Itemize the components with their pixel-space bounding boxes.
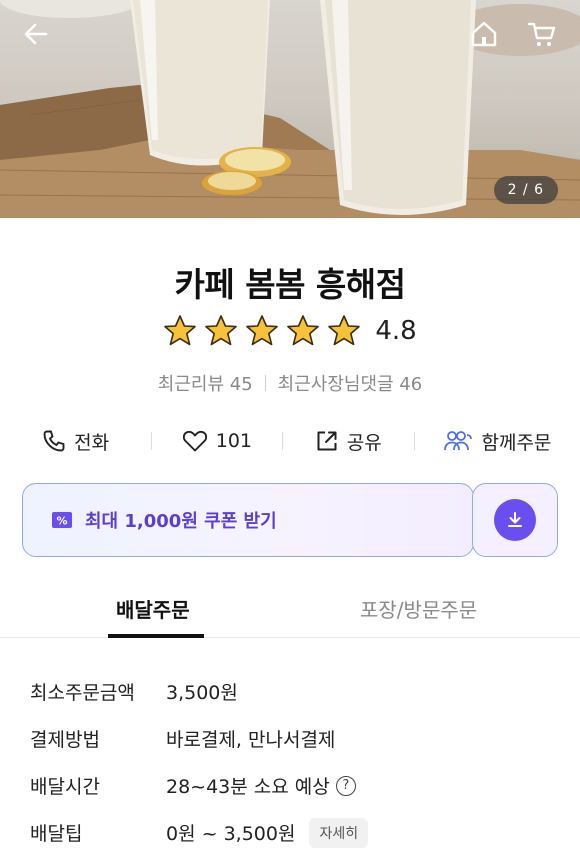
share-icon [317, 431, 337, 451]
rating-row[interactable]: 4.8 [0, 314, 580, 348]
group-people-icon [444, 431, 473, 451]
min-order-value: 3,500원 [166, 682, 238, 704]
phone-icon [43, 430, 65, 452]
coupon-icon: % [52, 512, 72, 528]
home-button[interactable] [464, 14, 504, 54]
like-button[interactable]: 101 [152, 420, 281, 462]
info-row-payment: 결제방법 바로결제, 만나서결제 [30, 715, 560, 762]
heart-icon [182, 430, 207, 452]
info-row-min-order: 최소주문금액 3,500원 [30, 668, 560, 715]
delivery-tip-detail-button[interactable]: 자세히 [309, 817, 369, 848]
star-icon [328, 315, 361, 346]
min-order-label: 최소주문금액 [30, 682, 135, 704]
star-icon [205, 315, 238, 346]
tab-pickup[interactable]: 포장/방문주문 [312, 588, 580, 637]
review-summary[interactable]: 최근리뷰 45 최근사장님댓글 46 [0, 370, 580, 396]
store-photo-carousel[interactable]: 2 / 6 [0, 0, 580, 218]
info-row-delivery-tip: 배달팁 0원 ~ 3,500원 자세히 [30, 809, 560, 856]
payment-value: 바로결제, 만나서결제 [166, 729, 336, 751]
rating-value: 4.8 [375, 316, 417, 346]
coupon-download-button[interactable] [472, 483, 558, 557]
delivery-tip-value: 0원 ~ 3,500원 [166, 823, 296, 845]
call-button[interactable]: 전화 [0, 420, 151, 462]
delivery-time-label: 배달시간 [30, 776, 100, 798]
cart-icon [527, 22, 556, 46]
svg-text:%: % [56, 515, 67, 528]
coupon-banner[interactable]: % 최대 1,000원 쿠폰 받기 [22, 483, 474, 557]
order-type-tabs: 배달주문 포장/방문주문 [0, 588, 580, 638]
back-arrow-icon [24, 23, 48, 45]
info-row-delivery-time: 배달시간 28~43분 소요 예상 ? [30, 762, 560, 809]
call-label: 전화 [74, 431, 110, 454]
recent-owner-replies-count[interactable]: 최근사장님댓글 46 [278, 370, 423, 396]
star-icon [287, 315, 320, 346]
share-button[interactable]: 공유 [283, 420, 414, 462]
star-icon [246, 315, 279, 346]
cart-button[interactable] [522, 14, 562, 54]
delivery-time-value: 28~43분 소요 예상 [166, 776, 330, 798]
delivery-tip-label: 배달팁 [30, 823, 83, 845]
delivery-tip-value-group: 0원 ~ 3,500원 자세히 [166, 817, 369, 848]
recent-reviews-count[interactable]: 최근리뷰 45 [158, 370, 253, 396]
back-button[interactable] [16, 14, 56, 54]
coupon-label: 최대 1,000원 쿠폰 받기 [85, 511, 277, 532]
help-icon[interactable]: ? [335, 775, 356, 796]
delivery-time-value-group: 28~43분 소요 예상 ? [166, 772, 356, 799]
group-order-button[interactable]: 함께주문 [415, 420, 580, 462]
divider [264, 375, 266, 391]
download-icon [508, 512, 522, 527]
like-count: 101 [215, 430, 253, 452]
photo-page-indicator: 2 / 6 [493, 176, 558, 204]
delivery-info: 최소주문금액 3,500원 결제방법 바로결제, 만나서결제 배달시간 28~4… [30, 668, 560, 856]
payment-label: 결제방법 [30, 729, 100, 751]
download-icon-circle [494, 499, 536, 541]
share-label: 공유 [346, 431, 382, 454]
group-order-label: 함께주문 [481, 431, 552, 454]
tab-delivery[interactable]: 배달주문 [0, 588, 312, 638]
home-icon [471, 21, 497, 47]
store-name: 카페 봄봄 흥해점 [174, 265, 407, 304]
star-rating [163, 314, 361, 348]
store-actions: 전화 101 공유 함께주문 [0, 420, 580, 462]
star-icon [164, 315, 197, 346]
